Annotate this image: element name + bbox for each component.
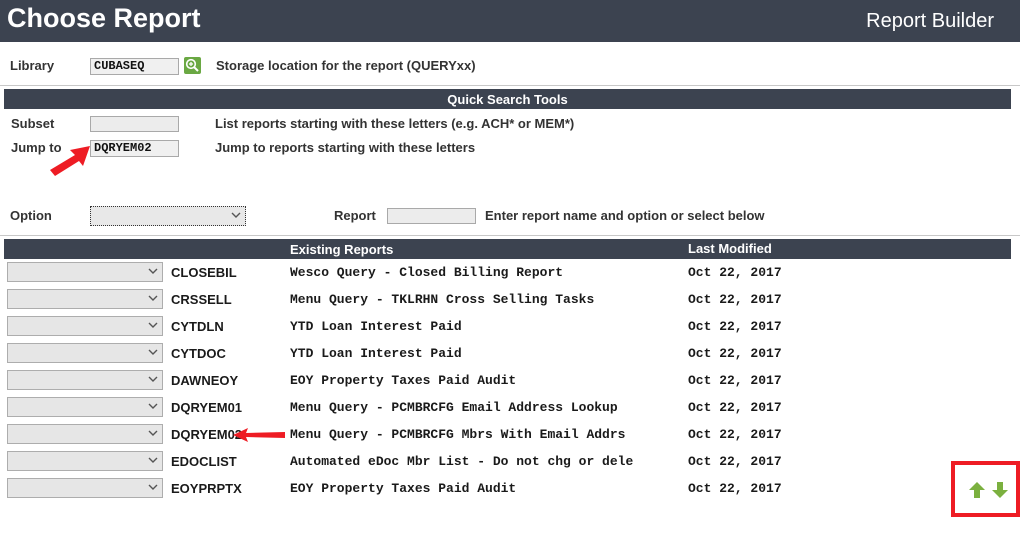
app-name: Report Builder xyxy=(866,10,994,32)
report-description: Automated eDoc Mbr List - Do not chg or … xyxy=(290,454,634,469)
table-row: DAWNEOY EOY Property Taxes Paid Audit Oct … xyxy=(0,368,1020,395)
report-description: EOY Property Taxes Paid Audit xyxy=(290,373,517,388)
table-row: EDOCLIST Automated eDoc Mbr List - Do not… xyxy=(0,449,1020,476)
table-row: CRSSELL Menu Query - TKLRHN Cross Selling… xyxy=(0,287,1020,314)
report-last-modified: Oct 22, 2017 xyxy=(688,454,782,469)
row-option-select[interactable] xyxy=(7,316,163,336)
divider xyxy=(0,85,1020,86)
row-option-select[interactable] xyxy=(7,424,163,444)
divider xyxy=(0,235,1020,236)
report-name[interactable]: DQRYEM01 xyxy=(171,400,242,415)
report-label: Report xyxy=(334,208,376,223)
table-row: EOYPRPTX EOY Property Taxes Paid Audit Oct… xyxy=(0,476,1020,503)
arrow-up-icon[interactable] xyxy=(968,481,986,499)
report-description: YTD Loan Interest Paid xyxy=(290,346,462,361)
report-description: Wesco Query - Closed Billing Report xyxy=(290,265,564,280)
report-description: Menu Query - PCMBRCFG Email Address Look… xyxy=(290,400,618,415)
chevron-down-icon xyxy=(231,212,241,218)
annotation-arrow-icon xyxy=(233,428,285,442)
reports-table-header: Existing Reports Last Modified xyxy=(4,239,1011,259)
report-description: Menu Query - TKLRHN Cross Selling Tasks xyxy=(290,292,595,307)
row-option-select[interactable] xyxy=(7,370,163,390)
report-name[interactable]: CYTDOC xyxy=(171,346,226,361)
chevron-down-icon xyxy=(148,322,158,328)
report-input[interactable] xyxy=(387,208,476,224)
chevron-down-icon xyxy=(148,349,158,355)
app-header: Choose Report Report Builder xyxy=(0,0,1020,42)
table-row: DQRYEM02 Menu Query - PCMBRCFG Mbrs With … xyxy=(0,422,1020,449)
report-name[interactable]: CRSSELL xyxy=(171,292,232,307)
report-last-modified: Oct 22, 2017 xyxy=(688,481,782,496)
subset-label: Subset xyxy=(11,116,55,131)
row-option-select[interactable] xyxy=(7,397,163,417)
jump-to-hint: Jump to reports starting with these lett… xyxy=(215,140,476,155)
option-label: Option xyxy=(10,208,52,223)
library-label: Library xyxy=(10,58,55,73)
table-row: CLOSEBIL Wesco Query - Closed Billing Rep… xyxy=(0,260,1020,287)
chevron-down-icon xyxy=(148,430,158,436)
chevron-down-icon xyxy=(148,295,158,301)
report-last-modified: Oct 22, 2017 xyxy=(688,292,782,307)
chevron-down-icon xyxy=(148,484,158,490)
report-name[interactable]: CYTDLN xyxy=(171,319,224,334)
quick-search-title: Quick Search Tools xyxy=(447,92,568,107)
report-hint: Enter report name and option or select b… xyxy=(485,208,765,223)
chevron-down-icon xyxy=(148,403,158,409)
report-name[interactable]: EOYPRPTX xyxy=(171,481,242,496)
report-description: YTD Loan Interest Paid xyxy=(290,319,462,334)
option-select[interactable] xyxy=(90,206,246,226)
row-option-select[interactable] xyxy=(7,262,163,282)
report-last-modified: Oct 22, 2017 xyxy=(688,319,782,334)
table-row: CYTDOC YTD Loan Interest Paid Oct 22, 2017 xyxy=(0,341,1020,368)
report-last-modified: Oct 22, 2017 xyxy=(688,346,782,361)
annotation-arrow-icon xyxy=(50,146,90,176)
report-last-modified: Oct 22, 2017 xyxy=(688,427,782,442)
quick-search-bar: Quick Search Tools xyxy=(4,89,1011,109)
report-last-modified: Oct 22, 2017 xyxy=(688,373,782,388)
chevron-down-icon xyxy=(148,376,158,382)
report-last-modified: Oct 22, 2017 xyxy=(688,400,782,415)
row-option-select[interactable] xyxy=(7,343,163,363)
page-title: Choose Report xyxy=(7,3,201,33)
arrow-down-icon[interactable] xyxy=(991,481,1009,499)
table-row: CYTDLN YTD Loan Interest Paid Oct 22, 2017 xyxy=(0,314,1020,341)
chevron-down-icon xyxy=(148,457,158,463)
column-existing-reports: Existing Reports xyxy=(290,242,394,257)
column-last-modified: Last Modified xyxy=(688,241,772,256)
library-hint: Storage location for the report (QUERYxx… xyxy=(216,58,476,73)
report-name[interactable]: DAWNEOY xyxy=(171,373,238,388)
scroll-controls-highlight xyxy=(951,461,1020,517)
library-input[interactable]: CUBASEQ xyxy=(90,58,179,75)
table-row: DQRYEM01 Menu Query - PCMBRCFG Email Addr… xyxy=(0,395,1020,422)
row-option-select[interactable] xyxy=(7,289,163,309)
subset-input[interactable] xyxy=(90,116,179,132)
report-description: Menu Query - PCMBRCFG Mbrs With Email Ad… xyxy=(290,427,626,442)
report-name[interactable]: EDOCLIST xyxy=(171,454,237,469)
report-name[interactable]: CLOSEBIL xyxy=(171,265,237,280)
jump-to-input[interactable]: DQRYEM02 xyxy=(90,140,179,157)
magnifier-plus-icon xyxy=(185,58,199,72)
subset-hint: List reports starting with these letters… xyxy=(215,116,575,131)
library-search-button[interactable] xyxy=(184,57,201,74)
report-last-modified: Oct 22, 2017 xyxy=(688,265,782,280)
row-option-select[interactable] xyxy=(7,451,163,471)
report-description: EOY Property Taxes Paid Audit xyxy=(290,481,517,496)
row-option-select[interactable] xyxy=(7,478,163,498)
chevron-down-icon xyxy=(148,268,158,274)
